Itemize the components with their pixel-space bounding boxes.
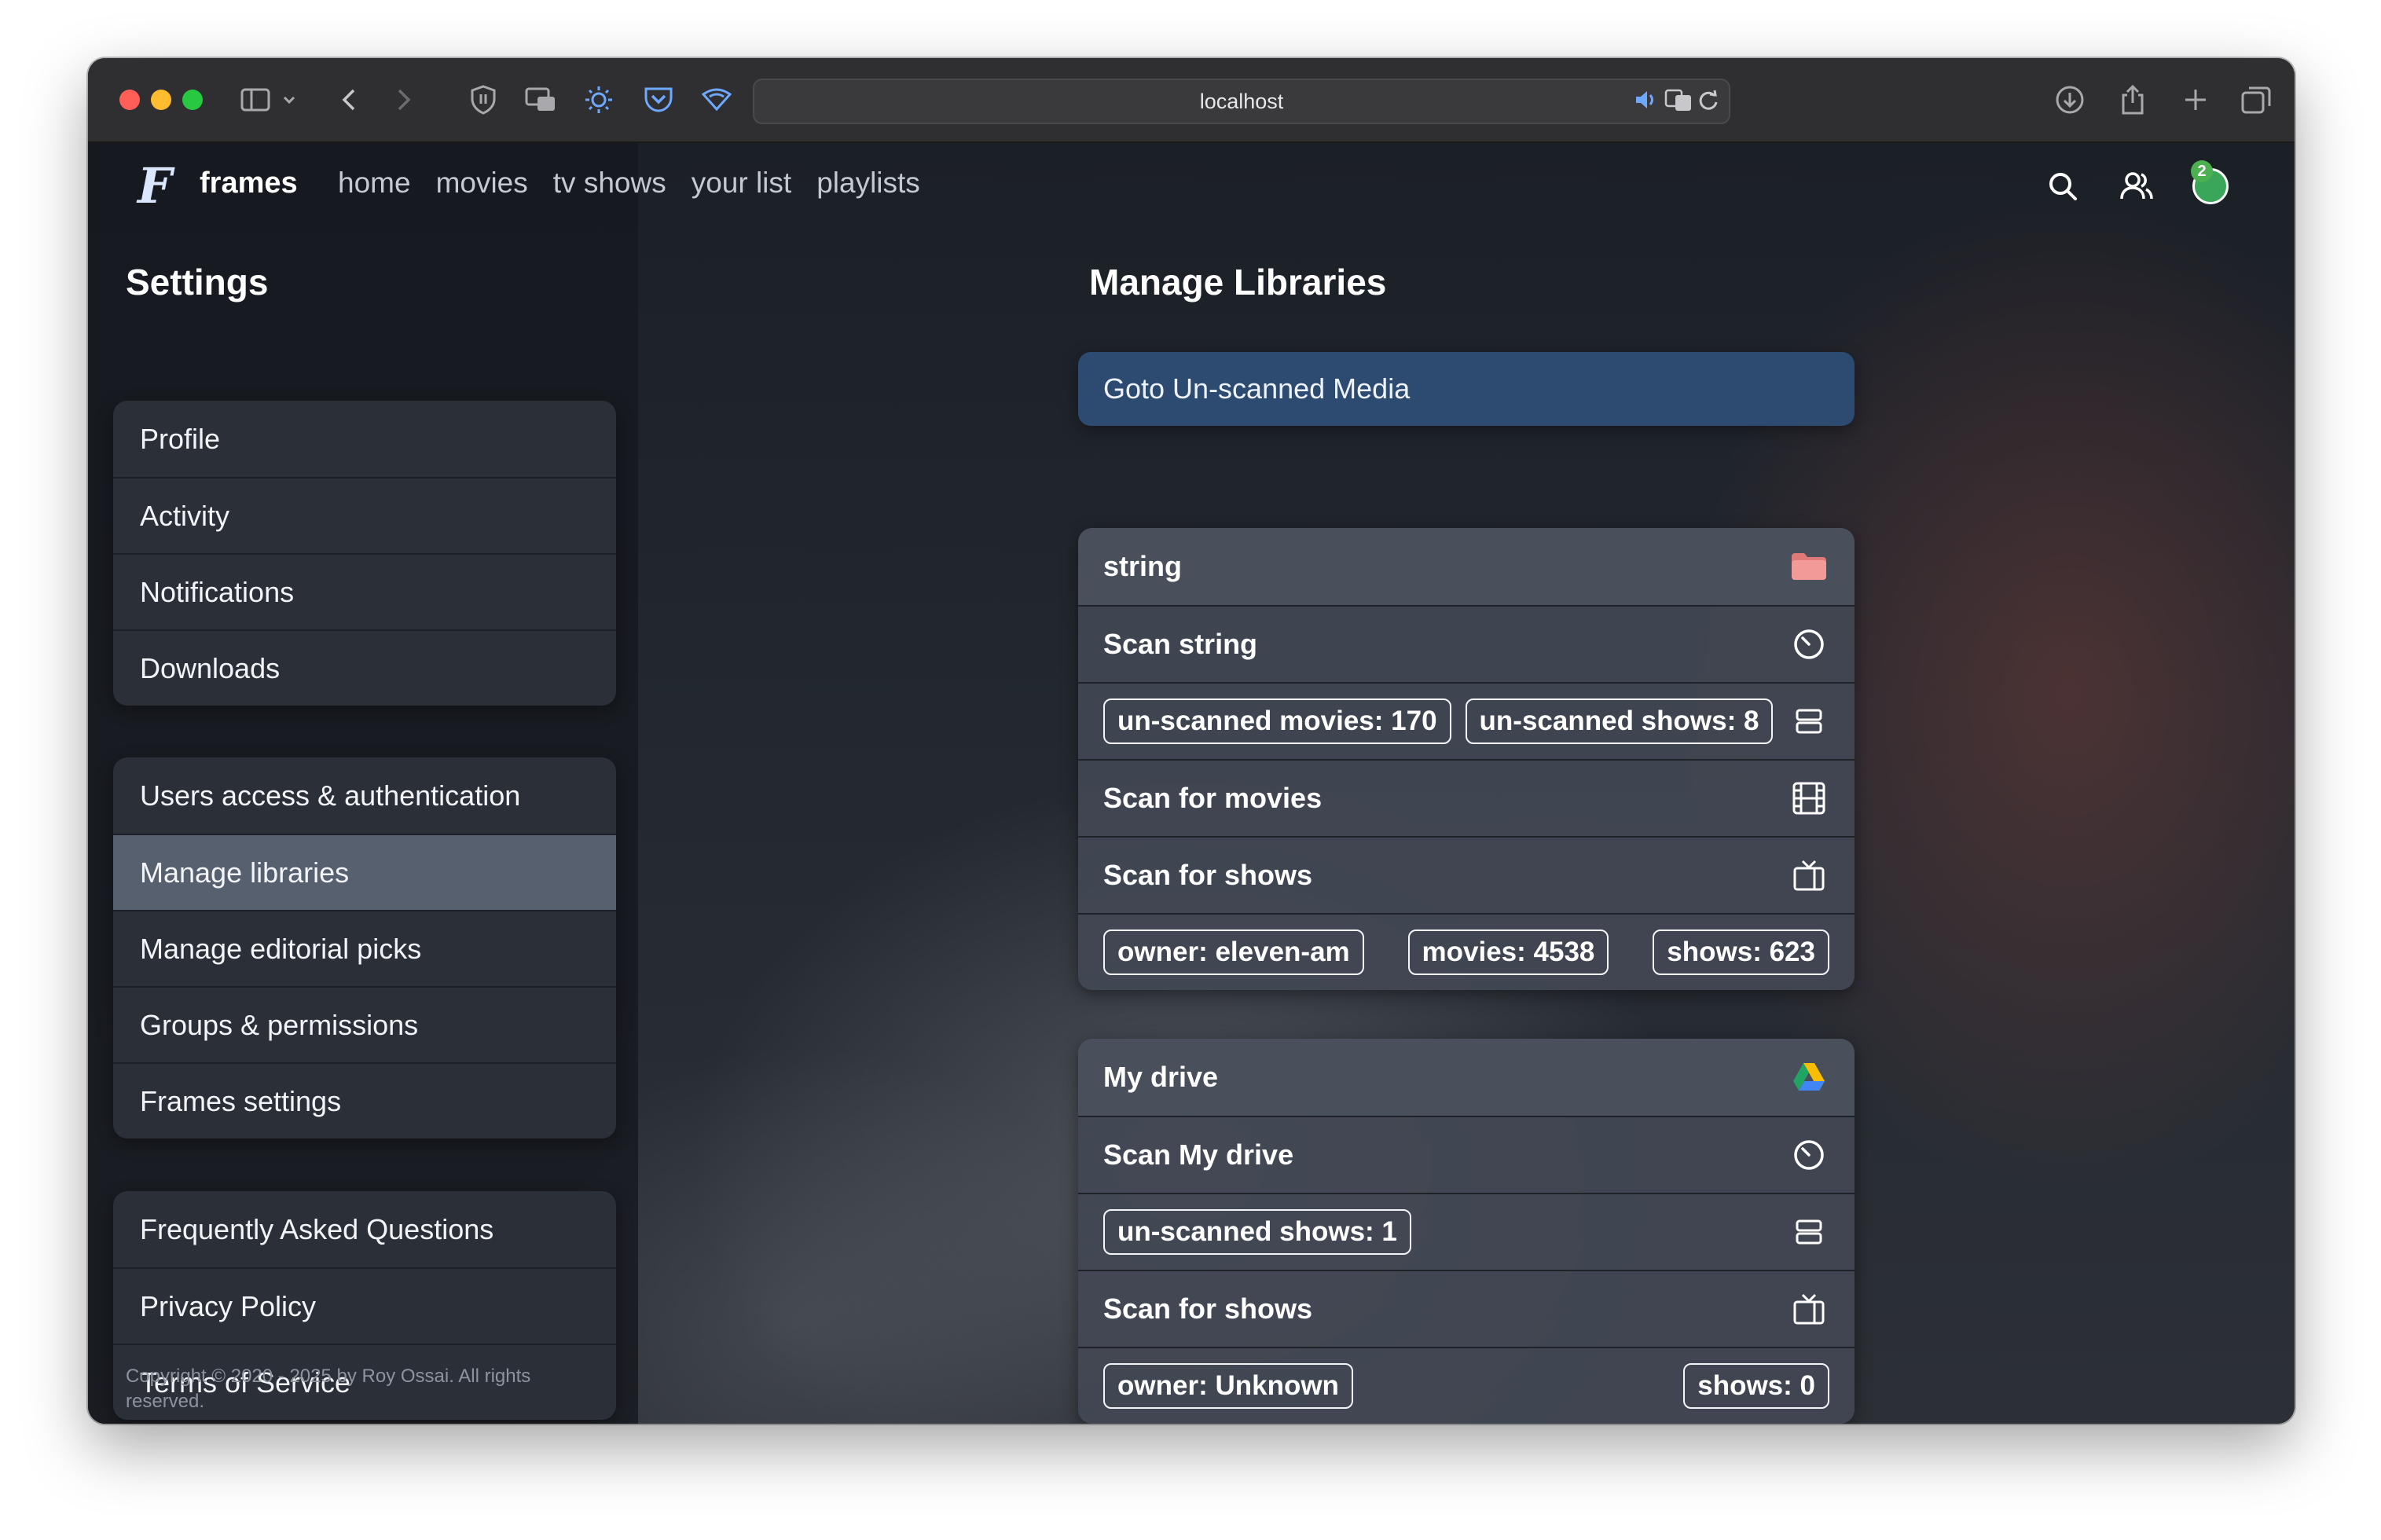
sidebar-item-downloads[interactable]: Downloads — [113, 629, 616, 706]
goto-unscanned-media-button[interactable]: Goto Un-scanned Media — [1078, 352, 1855, 426]
scan-movies-label: Scan for movies — [1103, 782, 1323, 814]
timer-icon — [1789, 1135, 1829, 1175]
sidebar-item-privacy-policy[interactable]: Privacy Policy — [113, 1267, 616, 1344]
forward-icon[interactable] — [391, 82, 416, 118]
reload-icon[interactable] — [1697, 90, 1719, 117]
storage-icon — [1789, 701, 1829, 742]
sidebar-item-users-access[interactable]: Users access & authentication — [113, 757, 616, 834]
browser-window: localhost F frames home movies tv shows … — [88, 58, 2295, 1424]
nav-links: home movies tv shows your list playlists — [338, 167, 920, 200]
nav-link-movies[interactable]: movies — [436, 167, 528, 200]
settings-title: Settings — [126, 262, 269, 302]
nav-link-playlists[interactable]: playlists — [816, 167, 920, 200]
settings-group-admin: Users access & authentication Manage lib… — [113, 757, 616, 1138]
sidebar-toggle-icon[interactable] — [237, 82, 273, 118]
unscanned-stats-row: un-scanned shows: 1 — [1078, 1193, 1855, 1270]
library-name: string — [1103, 550, 1183, 582]
scan-movies-row[interactable]: Scan for movies — [1078, 759, 1855, 836]
nav-link-tv-shows[interactable]: tv shows — [553, 167, 666, 200]
shield-icon[interactable] — [467, 82, 500, 118]
wifi-shield-icon[interactable] — [699, 82, 734, 118]
tv-icon — [1789, 855, 1829, 896]
address-bar[interactable]: localhost — [753, 79, 1730, 124]
library-card-my-drive: My drive Scan My drive un-scanned shows:… — [1078, 1039, 1855, 1424]
sidebar-item-profile[interactable]: Profile — [113, 401, 616, 477]
browser-toolbar: localhost — [88, 58, 2295, 143]
page-title: Manage Libraries — [1089, 262, 1387, 302]
account-avatar[interactable]: 2 — [2188, 160, 2233, 209]
notification-badge: 2 — [2191, 160, 2213, 182]
brand-name[interactable]: frames — [200, 167, 298, 200]
scan-shows-row[interactable]: Scan for shows — [1078, 1270, 1855, 1347]
nav-actions: 2 — [2040, 160, 2233, 209]
nav-link-your-list[interactable]: your list — [692, 167, 791, 200]
search-icon[interactable] — [2040, 163, 2086, 209]
sidebar-item-faq[interactable]: Frequently Asked Questions — [113, 1191, 616, 1267]
scan-library-row[interactable]: Scan My drive — [1078, 1116, 1855, 1193]
download-icon[interactable] — [2053, 82, 2087, 118]
audio-icon[interactable] — [1634, 90, 1658, 116]
settings-group-account: Profile Activity Notifications Downloads — [113, 401, 616, 706]
scan-shows-row[interactable]: Scan for shows — [1078, 836, 1855, 913]
scan-library-row[interactable]: Scan string — [1078, 605, 1855, 682]
unscanned-movies-badge[interactable]: un-scanned movies: 170 — [1103, 698, 1451, 744]
scan-shows-label: Scan for shows — [1103, 1292, 1313, 1325]
tab-overview-icon[interactable] — [2240, 82, 2273, 118]
close-window-button[interactable] — [119, 90, 140, 110]
frames-logo-icon[interactable]: F — [129, 160, 181, 212]
unscanned-shows-badge[interactable]: un-scanned shows: 8 — [1465, 698, 1774, 744]
share-icon[interactable] — [2117, 82, 2148, 118]
library-info-row: owner: Unknown shows: 0 — [1078, 1347, 1855, 1424]
library-info-row: owner: eleven-am movies: 4538 shows: 623 — [1078, 913, 1855, 990]
nav-link-home[interactable]: home — [338, 167, 411, 200]
scan-library-label: Scan string — [1103, 628, 1258, 660]
tv-icon — [1789, 1289, 1829, 1329]
owner-badge: owner: eleven-am — [1103, 930, 1364, 975]
unscanned-stats-row: un-scanned movies: 170 un-scanned shows:… — [1078, 682, 1855, 759]
sidebar-item-notifications[interactable]: Notifications — [113, 553, 616, 629]
page: F frames home movies tv shows your list … — [88, 143, 2295, 1424]
top-navigation: F frames home movies tv shows your list … — [88, 143, 2295, 229]
shows-count-badge: shows: 0 — [1683, 1363, 1829, 1409]
film-icon — [1789, 778, 1829, 819]
library-header[interactable]: string — [1078, 528, 1855, 605]
sidebar-item-frames-settings[interactable]: Frames settings — [113, 1062, 616, 1138]
sidebar-item-manage-libraries[interactable]: Manage libraries — [113, 834, 616, 910]
library-name: My drive — [1103, 1061, 1219, 1093]
url-text: localhost — [1199, 89, 1284, 113]
copyright-text: Copyright © 2020 - 2025 by Roy Ossai. Al… — [126, 1366, 531, 1412]
folder-icon — [1789, 546, 1829, 587]
zoom-window-button[interactable] — [182, 90, 203, 110]
translate-icon[interactable] — [1664, 89, 1693, 118]
scan-library-label: Scan My drive — [1103, 1138, 1294, 1171]
storage-icon — [1789, 1212, 1829, 1252]
new-tab-icon[interactable] — [2181, 82, 2210, 118]
scan-shows-label: Scan for shows — [1103, 859, 1313, 891]
unscanned-shows-badge[interactable]: un-scanned shows: 1 — [1103, 1209, 1411, 1255]
picture-in-picture-icon[interactable] — [523, 82, 558, 118]
library-card-string: string Scan string un-scanned movies: 17… — [1078, 528, 1855, 990]
users-icon[interactable] — [2114, 163, 2159, 209]
chevron-down-icon[interactable] — [280, 82, 299, 118]
sidebar-item-groups-permissions[interactable]: Groups & permissions — [113, 986, 616, 1062]
minimize-window-button[interactable] — [151, 90, 171, 110]
sidebar-item-activity[interactable]: Activity — [113, 477, 616, 553]
brightness-icon[interactable] — [581, 82, 616, 118]
pocket-icon[interactable] — [641, 82, 676, 118]
back-icon[interactable] — [336, 82, 361, 118]
library-header[interactable]: My drive — [1078, 1039, 1855, 1116]
sidebar-item-editorial-picks[interactable]: Manage editorial picks — [113, 910, 616, 986]
owner-badge: owner: Unknown — [1103, 1363, 1353, 1409]
shows-count-badge: shows: 623 — [1653, 930, 1829, 975]
google-drive-icon — [1789, 1057, 1829, 1098]
movies-count-badge: movies: 4538 — [1407, 930, 1609, 975]
timer-icon — [1789, 624, 1829, 665]
